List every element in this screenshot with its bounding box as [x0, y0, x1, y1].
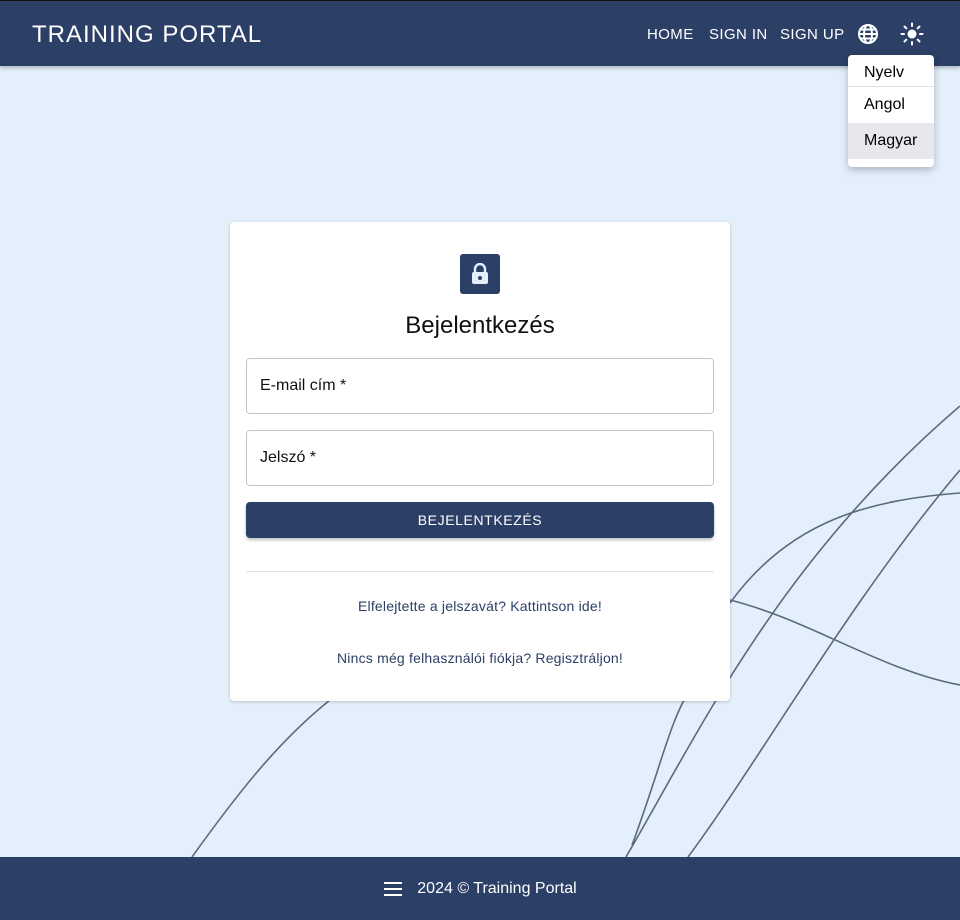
divider [246, 571, 714, 572]
nav-sign-up[interactable]: SIGN UP [780, 26, 844, 43]
nav-home[interactable]: HOME [647, 26, 694, 43]
sun-icon[interactable] [900, 22, 924, 46]
page-title: Bejelentkezés [405, 312, 555, 339]
footer: 2024 © Training Portal [0, 857, 960, 920]
email-field-label: E-mail cím * [260, 377, 347, 394]
menu-item-hungarian[interactable]: Magyar [848, 123, 934, 159]
lock-icon [460, 254, 500, 294]
email-field[interactable]: E-mail cím * [246, 358, 714, 414]
footer-copyright: 2024 © Training Portal [417, 879, 577, 897]
password-field[interactable]: Jelszó * [246, 430, 714, 486]
globe-icon[interactable] [856, 22, 880, 46]
nav-sign-in[interactable]: SIGN IN [709, 26, 768, 43]
brand-title[interactable]: TRAINING PORTAL [32, 21, 262, 49]
language-menu: Nyelv Angol Magyar [848, 55, 934, 167]
login-card: Bejelentkezés E-mail cím * Jelszó * BEJE… [230, 222, 730, 701]
password-field-label: Jelszó * [260, 449, 317, 466]
login-button[interactable]: BEJELENTKEZÉS [246, 502, 714, 538]
menu-item-english[interactable]: Angol [848, 87, 934, 123]
app-bar: TRAINING PORTAL HOME SIGN IN SIGN UP [0, 0, 960, 66]
forgot-password-link[interactable]: Elfelejtette a jelszavát? Kattintson ide… [230, 598, 730, 614]
language-menu-header: Nyelv [848, 63, 934, 87]
register-link[interactable]: Nincs még felhasználói fiókja? Regisztrá… [230, 650, 730, 666]
menu-icon[interactable] [383, 881, 403, 896]
